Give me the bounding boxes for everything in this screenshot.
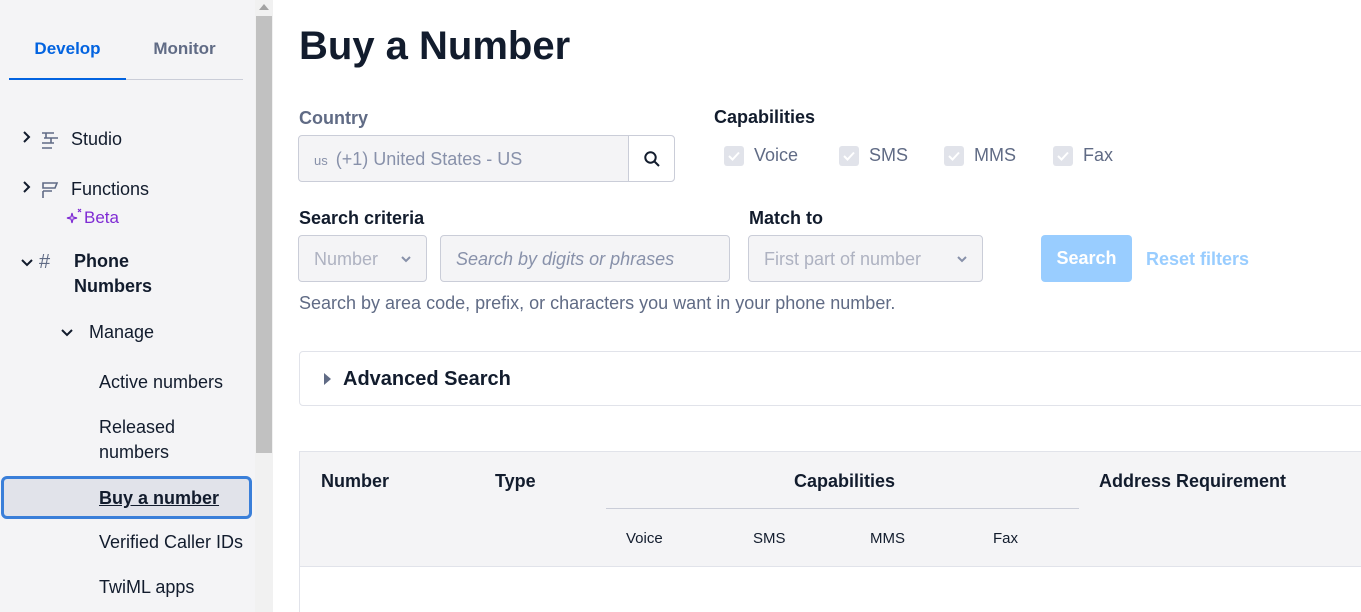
functions-icon	[42, 182, 59, 198]
sidebar-item-phone-numbers[interactable]: # Phone Numbers	[17, 249, 152, 299]
header-divider	[606, 508, 1079, 509]
results-table-header: Number Type Capabilities Address Require…	[299, 451, 1361, 567]
sidebar-item-label: Studio	[71, 129, 123, 149]
country-label: Country	[299, 108, 368, 128]
scroll-thumb[interactable]	[256, 16, 272, 453]
sidebar-item-functions[interactable]: Functions	[17, 179, 149, 201]
search-icon	[643, 150, 660, 167]
tab-develop[interactable]: Develop	[9, 27, 126, 80]
sidebar-link-label: Buy a number	[99, 488, 220, 508]
checkbox-icon[interactable]	[724, 145, 744, 166]
sidebar-link-verified-caller-ids[interactable]: Verified Caller IDs	[99, 530, 243, 555]
column-header-address-requirement[interactable]: Address Requirement	[1099, 471, 1286, 492]
select-value: Number	[314, 249, 379, 269]
sidebar-item-studio[interactable]: Studio	[17, 129, 122, 151]
chevron-down-icon	[957, 256, 967, 263]
sidebar-item-label: Functions	[71, 179, 150, 199]
country-value: us (+1) United States - US	[299, 136, 628, 181]
sidebar-tabs: Develop Monitor	[9, 27, 243, 80]
capability-fax[interactable]: Fax	[1053, 145, 1113, 166]
search-criteria-select[interactable]: Number	[298, 235, 427, 282]
column-header-voice: Voice	[626, 530, 663, 547]
column-header-type[interactable]: Type	[495, 471, 536, 492]
capability-label: SMS	[869, 145, 909, 165]
search-help-text: Search by area code, prefix, or characte…	[299, 293, 896, 313]
sparkle-icon	[66, 208, 82, 224]
chevron-right-icon	[17, 179, 37, 193]
select-value: First part of number	[764, 249, 922, 269]
capability-voice[interactable]: Voice	[724, 145, 798, 166]
search-button[interactable]: Search	[1041, 235, 1132, 282]
capabilities-label: Capabilities	[714, 107, 816, 127]
capability-label: MMS	[974, 145, 1016, 165]
beta-label: Beta	[84, 208, 119, 227]
hash-icon: #	[39, 251, 51, 273]
match-to-select[interactable]: First part of number	[748, 235, 983, 282]
sidebar-item-label: Phone Numbers	[74, 251, 153, 296]
country-search-button[interactable]	[628, 136, 674, 181]
search-digits-input[interactable]: Search by digits or phrases	[440, 235, 730, 282]
main-content: Buy a Number Country us (+1) United State…	[273, 0, 1361, 612]
advanced-search-toggle[interactable]: Advanced Search	[299, 351, 1361, 406]
caret-right-icon	[324, 373, 331, 385]
column-header-number[interactable]: Number	[321, 471, 389, 492]
sidebar: Develop Monitor Studio Functions Beta #	[0, 0, 255, 612]
chevron-right-icon	[17, 129, 37, 143]
capability-mms[interactable]: MMS	[944, 145, 1016, 166]
beta-badge: Beta	[66, 208, 119, 228]
sidebar-scrollbar[interactable]	[255, 0, 273, 612]
chevron-down-icon	[17, 249, 37, 268]
sidebar-link-active-numbers[interactable]: Active numbers	[99, 370, 223, 395]
checkbox-icon[interactable]	[839, 145, 859, 166]
chevron-down-icon	[401, 256, 411, 263]
results-table-body	[299, 567, 1361, 612]
checkbox-icon[interactable]	[1053, 145, 1073, 166]
country-flag-code: us	[314, 153, 328, 168]
country-field[interactable]: us (+1) United States - US	[298, 135, 675, 182]
sidebar-item-label: Manage	[89, 322, 155, 342]
search-criteria-label: Search criteria	[299, 208, 425, 228]
sidebar-link-released-numbers[interactable]: Released numbers	[99, 415, 219, 465]
column-header-sms: SMS	[753, 530, 786, 547]
advanced-search-label: Advanced Search	[343, 368, 511, 390]
country-value-text: (+1) United States - US	[335, 149, 523, 169]
sidebar-link-twiml-apps[interactable]: TwiML apps	[99, 575, 194, 600]
checkbox-icon[interactable]	[944, 145, 964, 166]
reset-filters-button[interactable]: Reset filters	[1146, 249, 1249, 270]
scroll-up-arrow-icon[interactable]	[259, 4, 269, 10]
capability-label: Voice	[754, 145, 799, 165]
capability-sms[interactable]: SMS	[839, 145, 908, 166]
sidebar-item-manage[interactable]: Manage	[57, 322, 154, 343]
studio-icon	[42, 132, 58, 149]
sidebar-link-buy-a-number[interactable]: Buy a number	[1, 476, 252, 519]
tab-monitor[interactable]: Monitor	[126, 27, 243, 79]
capability-label: Fax	[1083, 145, 1114, 165]
page-title: Buy a Number	[299, 24, 571, 68]
chevron-down-icon	[57, 322, 77, 338]
app-root: Develop Monitor Studio Functions Beta #	[0, 0, 1361, 612]
match-to-label: Match to	[749, 208, 823, 228]
column-header-mms: MMS	[870, 530, 905, 547]
column-header-capabilities: Capabilities	[794, 471, 896, 491]
column-header-fax: Fax	[993, 530, 1019, 547]
